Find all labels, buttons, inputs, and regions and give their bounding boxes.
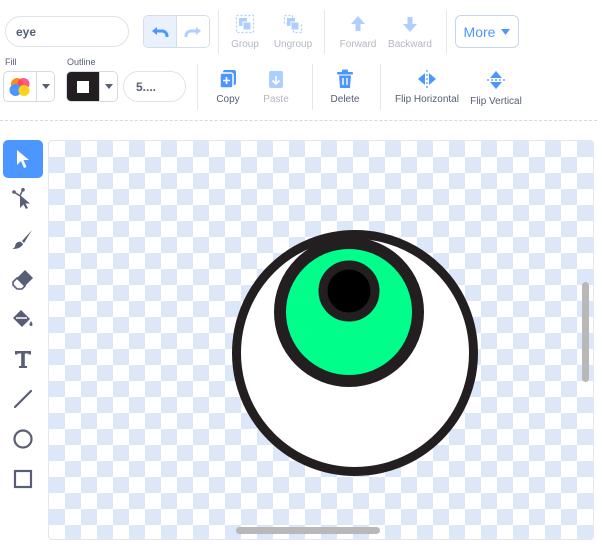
fill-label: Fill	[5, 57, 17, 67]
backward-label: Backward	[388, 39, 432, 50]
undo-redo-group	[143, 15, 210, 48]
more-label: More	[463, 23, 496, 40]
caret-down-icon	[501, 28, 511, 35]
toolbar-divider	[324, 10, 325, 54]
outline-swatch-inner	[77, 80, 89, 93]
caret-down-icon	[41, 84, 50, 89]
select-tool[interactable]	[3, 140, 43, 178]
group-label: Group	[231, 39, 259, 50]
reshape-tool[interactable]	[3, 180, 43, 218]
eye-drawing[interactable]	[49, 141, 594, 540]
redo-button[interactable]	[177, 16, 209, 47]
forward-button[interactable]: Forward	[337, 14, 379, 50]
toolbar-divider	[380, 64, 381, 110]
eraser-tool[interactable]	[3, 260, 43, 298]
brush-icon	[13, 230, 32, 249]
paste-button[interactable]: Paste	[259, 69, 293, 105]
eye-pupil[interactable]	[318, 260, 380, 322]
reshape-icon	[12, 188, 30, 209]
undo-icon	[152, 26, 169, 37]
copy-label: Copy	[216, 94, 240, 105]
group-button[interactable]: Group	[227, 14, 263, 50]
bucket-icon	[13, 310, 33, 327]
trash-icon	[337, 69, 353, 88]
fill-swatch[interactable]	[4, 72, 36, 101]
copy-button[interactable]: Copy	[211, 69, 245, 105]
paste-label: Paste	[263, 94, 289, 105]
ungroup-label: Ungroup	[273, 39, 313, 50]
delete-label: Delete	[330, 94, 360, 105]
costume-name-input[interactable]: eye	[5, 16, 129, 47]
outline-dropdown[interactable]	[99, 72, 117, 101]
delete-button[interactable]: Delete	[327, 69, 363, 105]
toolbar-divider	[312, 64, 313, 110]
backward-button[interactable]: Backward	[386, 14, 434, 50]
flip-vertical-button[interactable]: Flip Vertical	[468, 69, 524, 107]
rectangle-icon	[13, 469, 33, 489]
text-icon	[15, 351, 31, 368]
flip-vertical-label: Flip Vertical	[470, 96, 522, 107]
circle-tool[interactable]	[3, 420, 43, 458]
text-tool[interactable]	[3, 340, 43, 378]
outline-width-input[interactable]: 5....	[123, 71, 186, 102]
flip-vertical-icon	[487, 71, 505, 89]
outline-label: Outline	[67, 57, 96, 67]
toolbar-divider	[218, 10, 219, 54]
paste-icon	[269, 71, 283, 88]
line-icon	[13, 389, 33, 409]
mixed-colors-icon	[9, 77, 30, 96]
caret-down-icon	[104, 84, 113, 89]
ungroup-icon	[283, 14, 303, 34]
paint-canvas[interactable]	[48, 140, 594, 540]
flip-horizontal-button[interactable]: Flip Horizontal	[392, 69, 462, 105]
eraser-icon	[12, 270, 33, 290]
fill-color-picker[interactable]	[3, 71, 55, 102]
toolbar-separator	[0, 120, 597, 121]
fill-tool[interactable]	[3, 300, 43, 338]
ungroup-button[interactable]: Ungroup	[271, 14, 315, 50]
rectangle-tool[interactable]	[3, 460, 43, 498]
tool-palette	[0, 140, 46, 500]
flip-horizontal-icon	[418, 70, 436, 88]
fill-dropdown[interactable]	[36, 72, 54, 101]
circle-icon	[13, 429, 33, 449]
redo-icon	[184, 26, 201, 37]
line-tool[interactable]	[3, 380, 43, 418]
undo-button[interactable]	[144, 16, 177, 47]
toolbar-divider	[446, 10, 447, 54]
forward-icon	[351, 16, 365, 31]
toolbar-divider	[197, 64, 198, 110]
flip-horizontal-label: Flip Horizontal	[395, 94, 459, 105]
more-button[interactable]: More	[455, 15, 519, 48]
horizontal-scrollbar[interactable]	[236, 527, 380, 534]
backward-icon	[403, 17, 417, 32]
brush-tool[interactable]	[3, 220, 43, 258]
copy-icon	[219, 70, 236, 89]
forward-label: Forward	[339, 39, 377, 50]
group-icon	[235, 14, 255, 34]
outline-swatch[interactable]	[67, 72, 99, 101]
arrow-icon	[17, 150, 29, 168]
vertical-scrollbar[interactable]	[582, 282, 589, 382]
outline-color-picker[interactable]	[66, 71, 118, 102]
